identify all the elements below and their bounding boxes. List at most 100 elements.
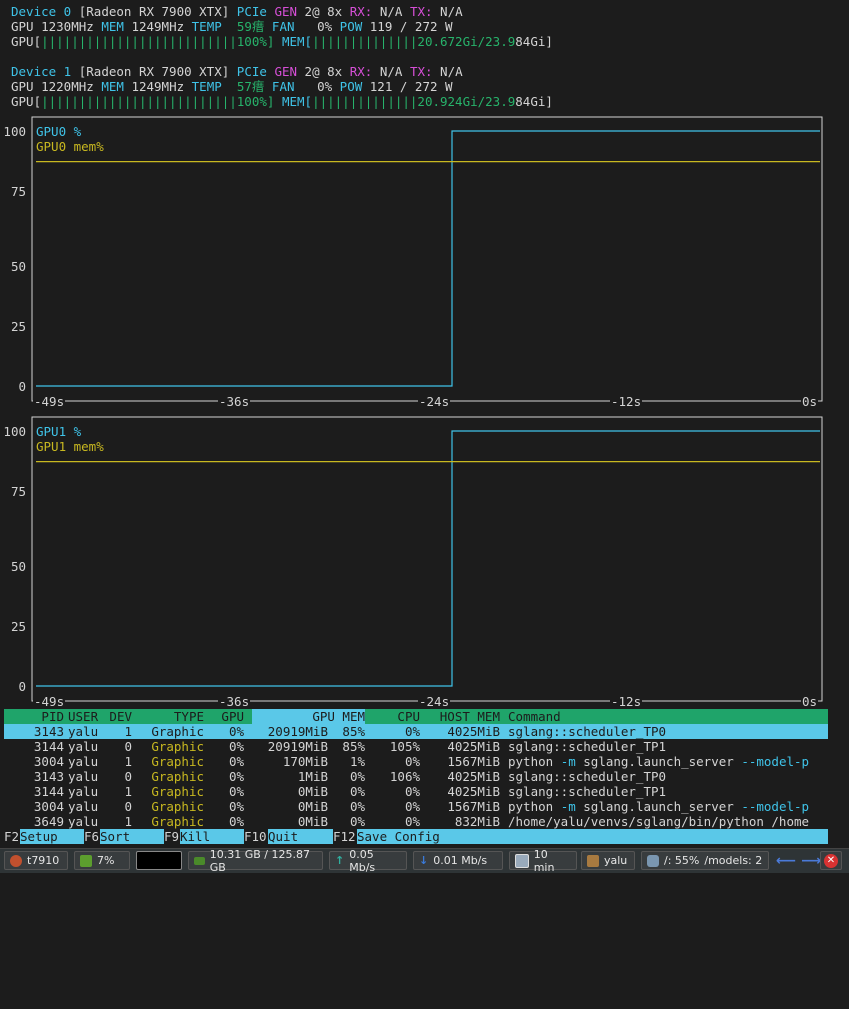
- table-row[interactable]: 3143 yalu 0 Graphic 0% 1MiB 0% 106% 4025MiB sglan…: [4, 769, 828, 784]
- y-tick: 75: [10, 184, 26, 199]
- device0-gen-value: 2@ 8x: [304, 4, 343, 19]
- fkey-f9: F9: [164, 829, 180, 844]
- cell-type: Graphic: [151, 724, 204, 739]
- gpu0-usage-chart: 100 75 50 25 0 GPU0 % GPU0 mem% -49s -36…: [0, 116, 830, 410]
- cell-mem-pct: 85%: [342, 739, 365, 754]
- cell-dev: 1: [124, 814, 132, 829]
- device0-gpu-label: GPU: [11, 19, 34, 34]
- col-dev[interactable]: DEV: [104, 709, 132, 724]
- quit-button[interactable]: Quit: [268, 829, 333, 844]
- cell-cpu: 0%: [404, 784, 420, 799]
- cpu-graph: [136, 851, 182, 870]
- save-config-button[interactable]: Save Config: [357, 829, 828, 844]
- x-tick: 0s: [801, 694, 819, 709]
- col-type[interactable]: TYPE: [144, 709, 204, 724]
- table-row[interactable]: 3004 yalu 1 Graphic 0% 170MiB 1% 0% 1567MiB pytho…: [4, 754, 828, 769]
- y-tick: 25: [10, 619, 26, 634]
- cell-command: python -m sglang.launch_server --model-p: [508, 799, 809, 814]
- sort-button[interactable]: Sort: [100, 829, 164, 844]
- cell-command: python -m sglang.launch_server --model-p: [508, 754, 809, 769]
- device1-mem-bar-value: 20.924Gi/23.9: [417, 94, 516, 109]
- cell-host-mem: 4025MiB: [447, 769, 500, 784]
- cpu-widget[interactable]: 7%: [74, 851, 130, 870]
- menu-icon: [10, 854, 22, 867]
- device1-gpu-bar: ||||||||||||||||||||||||||: [41, 94, 237, 109]
- cell-gpu: 0%: [228, 739, 244, 754]
- download-rate: 0.01 Mb/s: [433, 854, 488, 867]
- kill-button[interactable]: Kill: [180, 829, 244, 844]
- gpu0-legend-gpu: GPU0 %: [36, 124, 82, 139]
- user-widget[interactable]: yalu: [581, 851, 635, 870]
- gpu1-chart-svg: [31, 416, 823, 702]
- cell-user: yalu: [68, 814, 99, 829]
- col-pid[interactable]: PID: [4, 709, 64, 724]
- device1-tx-label: TX:: [409, 64, 433, 79]
- col-gpu-mem[interactable]: GPU MEM: [252, 709, 365, 724]
- gpu0-legend-mem: GPU0 mem%: [36, 139, 104, 154]
- col-user[interactable]: USER: [68, 709, 98, 724]
- x-tick: -36s: [218, 394, 251, 409]
- process-table[interactable]: PID USER DEV TYPE GPU GPU MEM CPU HOST M…: [4, 709, 828, 829]
- cell-gpu-mem: 0MiB: [297, 814, 328, 829]
- disk-widget[interactable]: /: 55% /models: 2: [641, 851, 769, 870]
- device1-tx-value: N/A: [440, 64, 463, 79]
- table-row[interactable]: 3004 yalu 0 Graphic 0% 0MiB 0% 0% 1567MiB python …: [4, 799, 828, 814]
- x-tick: -12s: [610, 394, 643, 409]
- memory-widget[interactable]: 10.31 GB / 125.87 GB: [188, 848, 323, 874]
- download-widget[interactable]: ↓ 0.01 Mb/s: [413, 851, 503, 870]
- device1-pow-label: POW: [339, 79, 363, 94]
- col-gpu[interactable]: GPU: [204, 709, 244, 724]
- y-tick: 100: [3, 124, 26, 139]
- close-widget[interactable]: ✕: [820, 851, 842, 870]
- device1-mem-bar: ||||||||||||||: [312, 94, 418, 109]
- arrow-right-icon[interactable]: ⟶: [801, 853, 821, 869]
- chart-frame: [31, 416, 823, 702]
- y-tick: 100: [3, 424, 26, 439]
- device1-label: Device 1: [11, 64, 72, 79]
- host-widget[interactable]: t7910: [4, 851, 68, 870]
- device1-fan-value: 0%: [317, 79, 333, 94]
- cell-pid: 3143: [33, 769, 64, 784]
- fkey-f2: F2: [4, 829, 20, 844]
- device0-mem-bar-value: 20.672Gi/23.9: [417, 34, 516, 49]
- device0-pow-label: POW: [339, 19, 363, 34]
- y-tick: 25: [10, 319, 26, 334]
- cell-mem-pct: 0%: [349, 814, 365, 829]
- cell-host-mem: 4025MiB: [447, 739, 500, 754]
- series-line: [36, 130, 820, 387]
- arrow-left-icon[interactable]: ⟵: [776, 853, 796, 869]
- device0-fan-label: FAN: [271, 19, 295, 34]
- device1-gpu-label: GPU: [11, 79, 34, 94]
- fkey-f6: F6: [84, 829, 100, 844]
- cell-mem-pct: 0%: [349, 769, 365, 784]
- device1-gen-value: 2@ 8x: [304, 64, 343, 79]
- device0-tx-value: N/A: [440, 4, 463, 19]
- cell-pid: 3004: [33, 799, 64, 814]
- cell-command: sglang::scheduler_TP0: [508, 724, 666, 739]
- table-row[interactable]: 3144 yalu 1 Graphic 0% 0MiB 0% 0% 4025MiB sglang:…: [4, 784, 828, 799]
- x-tick: -49s: [33, 694, 66, 709]
- cell-host-mem: 832MiB: [454, 814, 500, 829]
- workspace-switcher[interactable]: ⟵ ⟶: [771, 851, 821, 870]
- command-option: --model-p: [741, 799, 810, 814]
- command-part: sglang::scheduler_TP1: [508, 784, 667, 799]
- cell-cpu: 0%: [404, 754, 420, 769]
- col-cpu[interactable]: CPU: [374, 709, 420, 724]
- uptime-value: 10 min: [533, 847, 555, 874]
- table-row[interactable]: 3144 yalu 0 Graphic 0% 20919MiB 85% 105% 4025MiB…: [4, 739, 828, 754]
- device0-pcie-label: PCIe: [236, 4, 267, 19]
- device1-temp-value: 57瘄: [236, 79, 265, 94]
- uptime-widget[interactable]: 10 min: [509, 848, 577, 874]
- col-command[interactable]: Command: [508, 709, 561, 724]
- cell-type: Graphic: [151, 799, 204, 814]
- device1-mem-bar-label: MEM[: [281, 94, 313, 109]
- nvtop-terminal: Device 0 [Radeon RX 7900 XTX] PCIe GEN 2…: [0, 0, 849, 848]
- table-row[interactable]: 3649 yalu 1 Graphic 0% 0MiB 0% 0% 832MiB/home/ya…: [4, 814, 828, 829]
- col-host-mem[interactable]: HOST MEM: [424, 709, 500, 724]
- table-row[interactable]: 3143 yalu 1 Graphic 0% 20919MiB 85% 0% 4025MiB sg…: [4, 724, 828, 739]
- close-icon[interactable]: ✕: [824, 853, 838, 868]
- monitor-icon: [515, 853, 529, 868]
- command-part: /home/yalu/venvs/sglang/bin/python /home: [508, 814, 810, 829]
- setup-button[interactable]: Setup: [20, 829, 84, 844]
- upload-widget[interactable]: ↑ 0.05 Mb/s: [329, 848, 407, 874]
